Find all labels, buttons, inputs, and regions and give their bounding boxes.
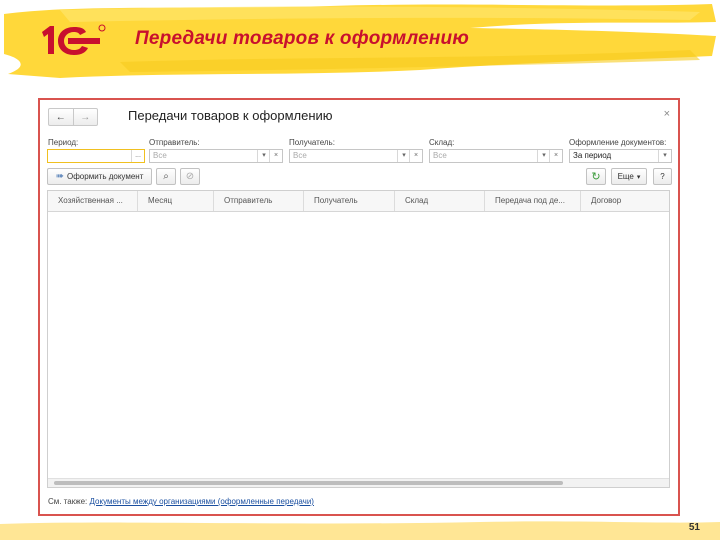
column-header[interactable]: Отправитель [214,191,304,211]
1c-logo [42,24,106,55]
period-field[interactable]: ... [47,149,145,163]
screenshot-frame: ← → Передачи товаров к оформлению × Пери… [38,98,680,516]
form-window: ← → Передачи товаров к оформлению × Пери… [44,104,674,510]
inter-company-documents-link[interactable]: Документы между организациями (оформленн… [90,497,314,506]
period-select-button[interactable]: ... [131,150,144,162]
warehouse-label: Склад: [429,138,455,147]
slide-title: Передачи товаров к оформлению [135,28,469,49]
cancel-search-icon: ⊘ [185,171,195,182]
recipient-placeholder: Все [293,151,307,160]
create-document-button[interactable]: ➠ Оформить документ [47,168,152,185]
refresh-button[interactable]: ↻ [586,168,606,185]
help-button[interactable]: ? [653,168,672,185]
recipient-field[interactable]: Все ▾ × [289,149,423,163]
nav-group: ← → [48,108,98,126]
warehouse-placeholder: Все [433,151,447,160]
scrollbar-thumb[interactable] [54,481,563,485]
doc-status-select[interactable]: За период ▾ [569,149,672,163]
sender-field[interactable]: Все ▾ × [149,149,283,163]
forward-button[interactable]: → [72,109,98,125]
column-header[interactable]: Получатель [304,191,395,211]
back-button[interactable]: ← [49,109,73,125]
chevron-down-icon: ▾ [636,173,641,181]
column-header[interactable]: Месяц [138,191,214,211]
create-document-label: Оформить документ [67,172,144,181]
chevron-down-icon[interactable]: ▾ [658,150,671,162]
arrow-right-icon: ➠ [55,171,64,182]
documents-table: Хозяйственная ... Месяц Отправитель Полу… [47,190,670,488]
column-header[interactable]: Хозяйственная ... [48,191,138,211]
cancel-search-button[interactable]: ⊘ [180,168,200,185]
page-number: 51 [688,522,700,533]
close-icon[interactable]: × [664,108,670,120]
table-header: Хозяйственная ... Месяц Отправитель Полу… [48,191,669,212]
see-also: См. также: Документы между организациями… [48,497,314,506]
arrow-left-icon: ← [55,111,66,123]
more-label: Еще [617,172,634,181]
refresh-icon: ↻ [591,171,601,183]
more-button[interactable]: Еще ▾ [611,168,647,185]
clear-icon[interactable]: × [409,150,422,162]
clear-icon[interactable]: × [549,150,562,162]
help-label: ? [660,172,665,181]
see-also-prefix: См. также: [48,497,88,506]
form-title: Передачи товаров к оформлению [128,108,333,123]
footer-banner [0,521,720,540]
column-header[interactable]: Склад [395,191,485,211]
doc-status-value: За период [573,151,612,160]
find-button[interactable]: ⌕ [156,168,176,185]
warehouse-field[interactable]: Все ▾ × [429,149,563,163]
recipient-label: Получатель: [289,138,335,147]
arrow-right-icon: → [80,111,91,123]
sender-placeholder: Все [153,151,167,160]
horizontal-scrollbar[interactable] [48,478,669,487]
clear-icon[interactable]: × [269,150,282,162]
column-header[interactable]: Договор [581,191,669,211]
period-label: Период: [48,138,79,147]
column-header[interactable]: Передача под де... [485,191,581,211]
doc-status-label: Оформление документов: [569,138,667,147]
search-icon: ⌕ [163,171,169,182]
sender-label: Отправитель: [149,138,200,147]
